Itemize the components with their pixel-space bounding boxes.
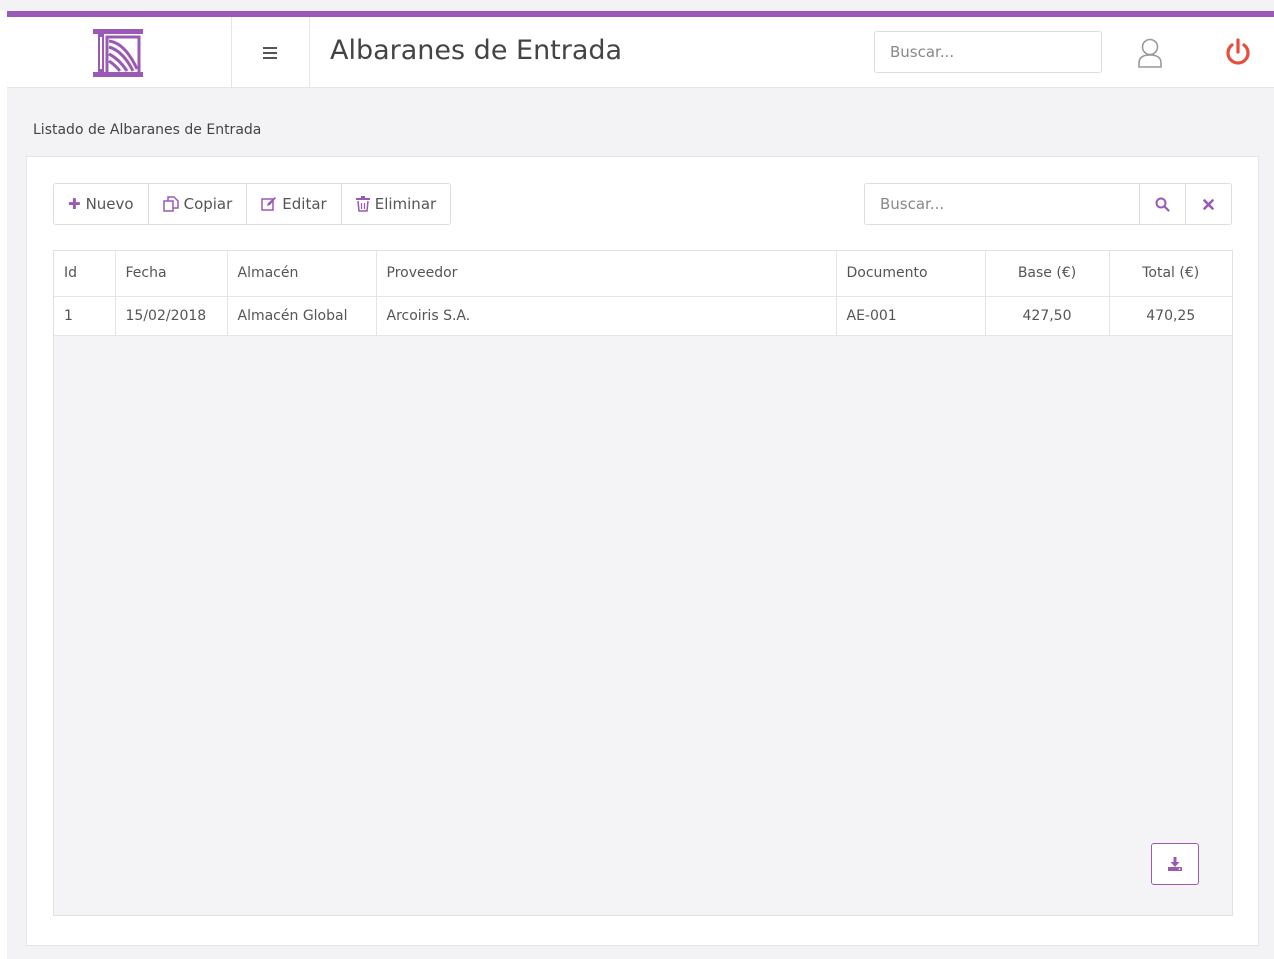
copy-button[interactable]: Copiar [149, 184, 248, 224]
column-header-almacen[interactable]: Almacén [227, 251, 377, 297]
cell-proveedor: Arcoiris S.A. [376, 296, 837, 336]
cell-base: 427,50 [985, 296, 1110, 336]
edit-icon [261, 197, 277, 211]
delete-button-label: Eliminar [374, 195, 437, 213]
plus-icon: ✚ [68, 195, 81, 213]
search-icon [1155, 197, 1170, 212]
copy-button-label: Copiar [183, 195, 233, 213]
page-title: Albaranes de Entrada [330, 35, 623, 66]
cell-id: 1 [54, 296, 116, 336]
cell-documento: AE-001 [836, 296, 986, 336]
column-header-documento[interactable]: Documento [836, 251, 986, 297]
logo-icon[interactable] [93, 29, 143, 77]
power-icon[interactable] [1224, 38, 1252, 68]
cell-total: 470,25 [1109, 296, 1232, 336]
list-toolbar: ✚ Nuevo Copiar Editar Eliminar [53, 183, 452, 225]
list-search-group [864, 183, 1232, 225]
column-header-base[interactable]: Base (€) [985, 251, 1110, 297]
delete-button[interactable]: Eliminar [342, 184, 450, 224]
edit-button-label: Editar [282, 195, 327, 213]
new-button-label: Nuevo [85, 195, 134, 213]
search-button[interactable] [1139, 184, 1185, 224]
copy-icon [162, 196, 179, 212]
table-header-row: Id Fecha Almacén Proveedor Documento Bas… [54, 251, 1232, 297]
albaranes-table: Id Fecha Almacén Proveedor Documento Bas… [53, 250, 1233, 916]
cell-almacen: Almacén Global [227, 296, 377, 336]
column-header-id[interactable]: Id [54, 251, 116, 297]
cell-fecha: 15/02/2018 [115, 296, 228, 336]
list-search-input[interactable] [865, 184, 1139, 224]
logo-area [7, 17, 232, 87]
list-panel: ✚ Nuevo Copiar Editar Eliminar Buscar...… [26, 156, 1259, 946]
close-icon [1203, 198, 1214, 210]
download-icon [1168, 857, 1182, 871]
new-button[interactable]: ✚ Nuevo [54, 184, 149, 224]
global-search-input[interactable] [874, 31, 1102, 73]
header-bar: Albaranes de Entrada [7, 17, 1274, 88]
column-header-total[interactable]: Total (€) [1109, 251, 1232, 297]
export-button[interactable] [1151, 843, 1199, 885]
list-title: Listado de Albaranes de Entrada [33, 122, 262, 138]
column-header-fecha[interactable]: Fecha [115, 251, 228, 297]
left-edge [0, 11, 7, 959]
trash-icon [355, 196, 370, 212]
hamburger-icon[interactable] [263, 47, 277, 59]
user-icon[interactable] [1137, 38, 1163, 68]
column-header-proveedor[interactable]: Proveedor [376, 251, 837, 297]
edit-button[interactable]: Editar [247, 184, 342, 224]
menu-area [232, 17, 310, 87]
clear-search-button[interactable] [1185, 184, 1231, 224]
table-row[interactable]: 1 15/02/2018 Almacén Global Arcoiris S.A… [54, 296, 1232, 336]
